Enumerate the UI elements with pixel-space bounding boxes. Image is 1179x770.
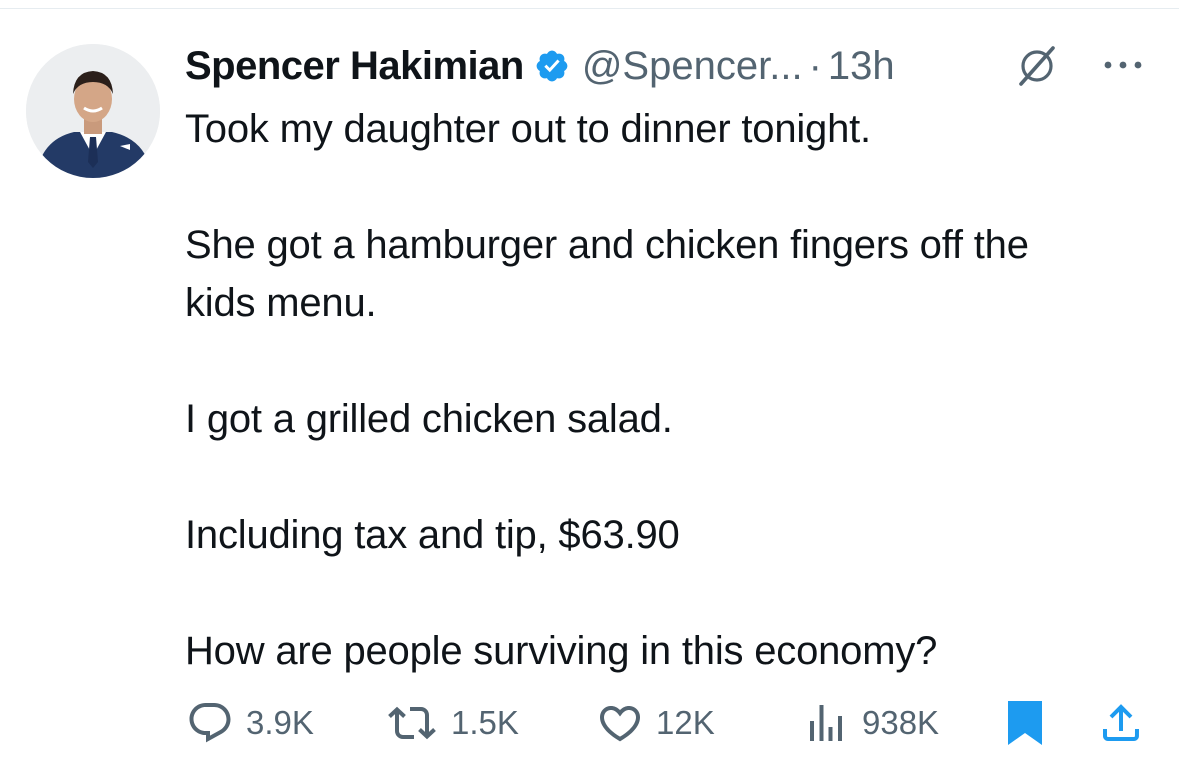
top-divider — [0, 8, 1179, 9]
views-count: 938K — [862, 704, 940, 741]
tweet-header: Spencer Hakimian @Spencer... · 13h — [185, 38, 895, 94]
author-name[interactable]: Spencer Hakimian — [185, 44, 524, 89]
tweet-line: How are people surviving in this economy… — [185, 629, 938, 673]
profile-photo — [26, 44, 160, 178]
reply-icon — [189, 703, 231, 743]
repost-button[interactable]: 1.5K — [385, 695, 519, 751]
author-handle[interactable]: @Spencer... — [582, 44, 803, 89]
tweet-timestamp[interactable]: 13h — [828, 44, 895, 89]
tweet-line: She got a hamburger and chicken fingers … — [185, 223, 1029, 267]
grok-icon[interactable] — [1015, 44, 1059, 88]
bookmark-icon — [1008, 701, 1042, 745]
tweet-line: Took my daughter out to dinner tonight. — [185, 107, 871, 151]
tweet-actions: 3.9K 1.5K 12K 938K — [0, 695, 1179, 751]
verified-badge-icon — [534, 48, 570, 84]
tweet-line: Including tax and tip, $63.90 — [185, 513, 680, 557]
like-icon — [599, 706, 641, 742]
tweet-line: I got a grilled chicken salad. — [185, 397, 673, 441]
tweet-text: Took my daughter out to dinner tonight. … — [185, 100, 1165, 680]
bookmark-button[interactable] — [1005, 695, 1045, 751]
repost-icon — [388, 706, 436, 740]
like-count: 12K — [656, 704, 715, 741]
views-button[interactable]: 938K — [802, 695, 939, 751]
header-separator: · — [808, 43, 822, 88]
like-button[interactable]: 12K — [596, 695, 715, 751]
reply-count: 3.9K — [246, 704, 314, 741]
tweet-line: kids menu. — [185, 281, 377, 325]
share-icon — [1103, 704, 1139, 741]
more-icon[interactable] — [1098, 50, 1148, 80]
share-button[interactable] — [1097, 695, 1145, 751]
reply-button[interactable]: 3.9K — [186, 695, 314, 751]
avatar[interactable] — [26, 44, 160, 178]
repost-count: 1.5K — [451, 704, 519, 741]
views-icon — [810, 705, 842, 741]
